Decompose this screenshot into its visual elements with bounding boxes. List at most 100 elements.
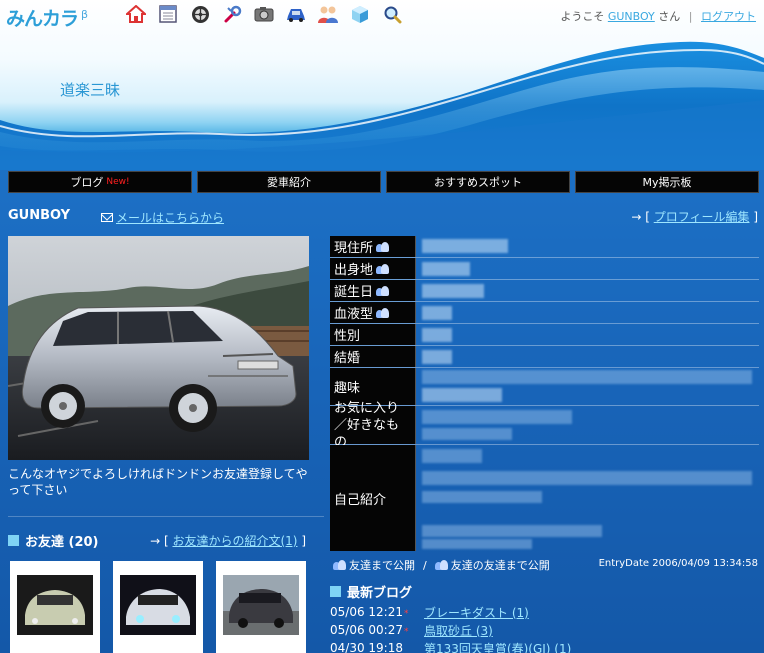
profile-label: 血液型 (330, 302, 416, 323)
section-square-icon (330, 586, 341, 597)
new-star: * (403, 627, 409, 637)
profile-value-blurred (416, 346, 759, 367)
blog-date-text: 05/06 12:21 (330, 605, 403, 619)
friends-intro-link[interactable]: お友達からの紹介文(1) (172, 534, 297, 548)
profile-value-blurred (416, 368, 759, 405)
profile-label: 現住所 (330, 236, 416, 257)
profile-value-blurred (416, 445, 759, 551)
friends-title: お友達 (20) (25, 535, 99, 550)
new-star: * (403, 609, 409, 619)
profile-label: 性別 (330, 324, 416, 345)
profile-label-text: お気に入り／好きなもの (334, 400, 400, 450)
friends-visibility-icon (376, 307, 390, 318)
friends-visibility-icon (376, 285, 390, 296)
mail-link-group[interactable]: メールはこちらから (101, 209, 224, 226)
tab-spots[interactable]: おすすめスポット (386, 171, 570, 193)
friends-link-suffix: ] (301, 534, 306, 548)
home-icon[interactable] (124, 3, 148, 25)
blog-title-link[interactable]: 鳥取砂丘 (3) (424, 622, 493, 639)
car-photo[interactable] (8, 236, 309, 460)
blog-date-text: 04/30 19:18 (330, 641, 403, 653)
site-title[interactable]: 道楽三昧 (60, 79, 120, 100)
friends-visibility-icon (376, 241, 390, 252)
profile-label: 誕生日 (330, 280, 416, 301)
blog-item: 05/06 00:27* 鳥取砂丘 (3) (330, 621, 571, 639)
camera-icon[interactable] (252, 3, 276, 25)
profile-edit-prefix: → [ (631, 210, 650, 224)
profile-edit-link[interactable]: プロフィール編集 (654, 210, 750, 224)
car-icon[interactable] (284, 3, 308, 25)
legend-fof: 友達の友達まで公開 (450, 559, 550, 572)
tab-spots-label: おすすめスポット (434, 176, 522, 189)
friends-link-prefix: → [ (150, 534, 169, 548)
blog-heading: 最新ブログ (330, 582, 412, 601)
friends-visibility-icon (333, 560, 346, 570)
profile-value-blurred (416, 258, 759, 279)
blog-date: 05/06 00:27* (330, 623, 424, 637)
profile-row: 自己紹介 (330, 445, 759, 551)
site-logo[interactable]: みんカラ β (6, 4, 88, 31)
profile-table: 現住所 出身地 誕生日 血液型 性別 結婚 趣味 お気に入り／好きなもの 自己紹… (330, 236, 759, 551)
profile-row: 出身地 (330, 258, 759, 280)
blog-date-text: 05/06 00:27 (330, 623, 403, 637)
friend-thumbnail[interactable] (113, 561, 203, 653)
profile-edit-suffix: ] (753, 210, 758, 224)
friends-of-friends-icon (434, 560, 448, 570)
wheel-icon[interactable] (188, 3, 212, 25)
profile-row: 現住所 (330, 236, 759, 258)
blog-title-link[interactable]: ブレーキダスト (1) (424, 604, 529, 621)
friend-thumbnail[interactable] (216, 561, 306, 653)
blog-item: 05/06 12:21* ブレーキダスト (1) (330, 603, 571, 621)
tab-board[interactable]: My掲示板 (575, 171, 759, 193)
new-badge: New! (106, 177, 130, 187)
entry-date: EntryDate 2006/04/09 13:34:58 (598, 558, 758, 569)
profile-row: 結婚 (330, 346, 759, 368)
welcome-user-link[interactable]: GUNBOY (608, 10, 655, 23)
car-photo-image (8, 236, 309, 460)
tab-blog[interactable]: ブログ New! (8, 171, 192, 193)
friend-thumbnail[interactable] (10, 561, 100, 653)
cube-icon[interactable] (348, 3, 372, 25)
profile-value-blurred (416, 406, 759, 444)
profile-row: 性別 (330, 324, 759, 346)
section-square-icon (8, 535, 19, 546)
blog-item: 04/30 19:18 第133回天皇賞(春)(GI) (1) (330, 639, 571, 653)
legend-slash: / (423, 558, 427, 572)
tab-board-label: My掲示板 (642, 176, 692, 189)
blog-title-link[interactable]: 第133回天皇賞(春)(GI) (1) (424, 640, 571, 653)
blog-date: 05/06 12:21* (330, 605, 424, 619)
welcome-separator: | (688, 10, 693, 23)
friend-car-image (120, 575, 196, 635)
profile-label-text: 誕生日 (334, 285, 374, 300)
profile-row: お気に入り／好きなもの (330, 401, 759, 450)
friends-icon[interactable] (316, 3, 340, 25)
friends-thumbnails (10, 561, 306, 653)
blog-title: 最新ブログ (347, 586, 413, 601)
logo-text: みんカラ (6, 8, 79, 30)
blog-list: 05/06 12:21* ブレーキダスト (1) 05/06 00:27* 鳥取… (330, 603, 571, 653)
wrench-icon[interactable] (220, 3, 244, 25)
mail-icon (101, 213, 113, 222)
mail-link[interactable]: メールはこちらから (116, 209, 224, 226)
logout-link[interactable]: ログアウト (701, 10, 756, 23)
tab-bar: ブログ New! 愛車紹介 おすすめスポット My掲示板 (8, 171, 759, 193)
legend-friends: 友達まで公開 (349, 559, 415, 572)
profile-label-text: 趣味 (334, 381, 361, 396)
logo-beta: β (81, 7, 88, 21)
profile-label: 出身地 (330, 258, 416, 279)
profile-value-blurred (416, 324, 759, 345)
profile-label-text: 自己紹介 (334, 492, 387, 508)
profile-value-blurred (416, 236, 759, 257)
calendar-icon[interactable] (156, 3, 180, 25)
search-icon[interactable] (380, 3, 404, 25)
blog-date: 04/30 19:18 (330, 641, 424, 653)
tab-car-intro-label: 愛車紹介 (267, 176, 311, 189)
tab-car-intro[interactable]: 愛車紹介 (197, 171, 381, 193)
profile-label: お気に入り／好きなもの (330, 401, 416, 450)
profile-value-blurred (416, 280, 759, 301)
profile-label: 結婚 (330, 346, 416, 367)
profile-label-text: 現住所 (334, 241, 374, 256)
profile-label-text: 血液型 (334, 307, 374, 322)
friends-heading: お友達 (20) (8, 531, 99, 550)
profile-label-text: 出身地 (334, 263, 374, 278)
